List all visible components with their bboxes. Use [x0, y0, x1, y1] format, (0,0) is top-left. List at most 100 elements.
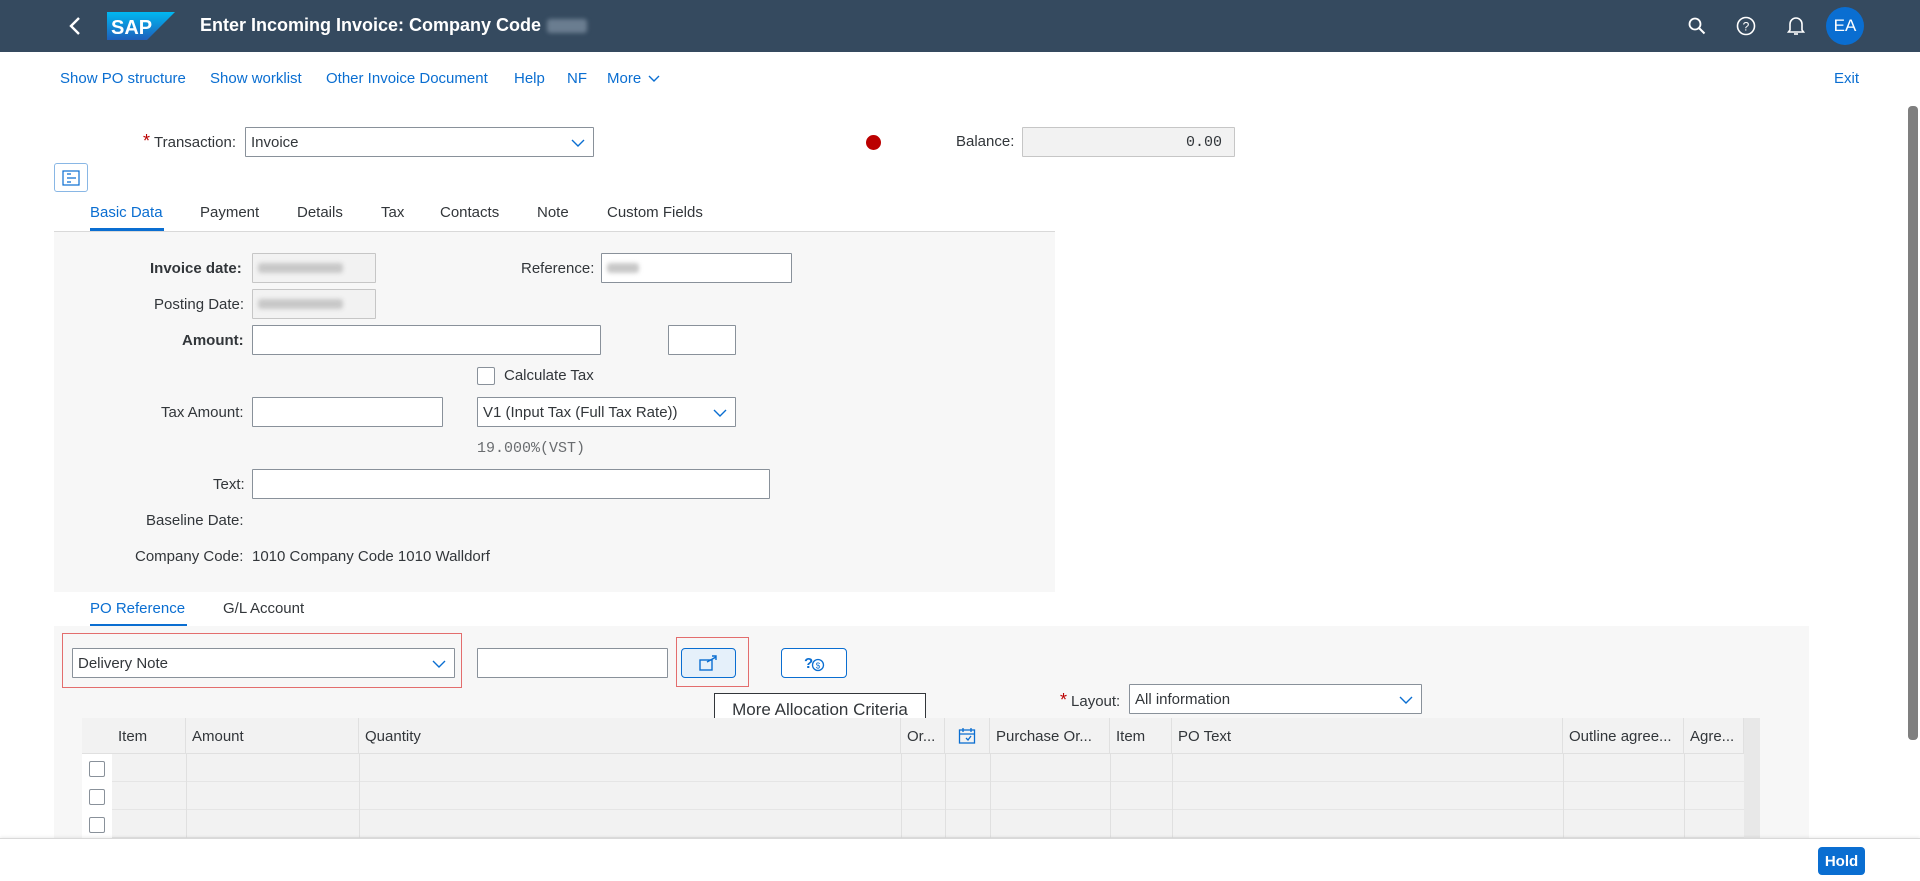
show-po-structure-link[interactable]: Show PO structure — [60, 70, 186, 87]
tax-amount-field[interactable] — [252, 397, 443, 427]
reference-field[interactable] — [601, 253, 792, 283]
calculate-tax-label: Calculate Tax — [504, 367, 594, 384]
layout-label-text: Layout: — [1071, 693, 1121, 710]
row-checkbox[interactable] — [89, 789, 105, 805]
price-help-button[interactable]: ? $ — [781, 648, 847, 678]
col-po-item[interactable]: Item — [1110, 718, 1172, 754]
show-worklist-link[interactable]: Show worklist — [210, 70, 302, 87]
transaction-label-text: Transaction: — [154, 134, 236, 151]
col-order-unit[interactable]: Or... — [901, 718, 945, 754]
svg-text:$: $ — [816, 662, 821, 671]
posting-date-field[interactable] — [252, 289, 376, 319]
row-checkbox[interactable] — [89, 761, 105, 777]
tab-po-reference[interactable]: PO Reference — [90, 600, 185, 617]
more-menu[interactable]: More — [607, 70, 660, 87]
layout-label: * Layout: — [1060, 690, 1120, 711]
svg-text:?: ? — [804, 655, 813, 672]
chevron-down-icon — [713, 409, 727, 417]
reference-type-select[interactable]: Delivery Note — [72, 648, 455, 678]
layout-value: All information — [1135, 690, 1231, 708]
transaction-label: * Transaction: — [143, 131, 236, 152]
collapse-header-button[interactable] — [54, 163, 88, 192]
col-calendar[interactable] — [945, 718, 990, 754]
col-outline-agreement[interactable]: Outline agree... — [1563, 718, 1684, 754]
invoice-date-label: Invoice date: — [150, 260, 242, 277]
svg-text:?: ? — [1743, 20, 1750, 34]
question-price-icon: ? $ — [804, 655, 825, 672]
amount-field[interactable] — [252, 325, 601, 355]
tax-code-value: V1 (Input Tax (Full Tax Rate)) — [483, 403, 678, 421]
reference-type-value: Delivery Note — [78, 654, 169, 672]
chevron-down-icon — [571, 139, 585, 147]
search-icon[interactable] — [1685, 14, 1709, 38]
chevron-down-icon — [1399, 696, 1413, 704]
baseline-date-label: Baseline Date: — [146, 512, 244, 529]
more-allocation-criteria-button[interactable] — [681, 648, 736, 678]
reference-label: Reference: — [521, 260, 595, 277]
tab-tax[interactable]: Tax — [381, 204, 404, 221]
back-icon[interactable] — [62, 13, 88, 39]
chevron-down-icon — [648, 75, 660, 82]
tab-payment[interactable]: Payment — [200, 204, 259, 221]
more-label: More — [607, 70, 642, 87]
tab-details[interactable]: Details — [297, 204, 343, 221]
company-code-value: 1010 Company Code 1010 Walldorf — [252, 548, 490, 565]
col-quantity[interactable]: Quantity — [359, 718, 901, 754]
app-title: Enter Incoming Invoice: Company Code — [200, 15, 588, 36]
calculate-tax-checkbox[interactable] — [477, 367, 495, 385]
hold-button[interactable]: Hold — [1818, 847, 1865, 875]
required-indicator: * — [1060, 690, 1068, 710]
invoice-date-field[interactable] — [252, 253, 376, 283]
col-purchase-order[interactable]: Purchase Or... — [990, 718, 1110, 754]
col-item[interactable]: Item — [112, 718, 186, 754]
tab-note[interactable]: Note — [537, 204, 569, 221]
other-invoice-document-link[interactable]: Other Invoice Document — [326, 70, 488, 87]
app-title-text: Enter Incoming Invoice: Company Code — [200, 15, 542, 35]
col-po-text[interactable]: PO Text — [1172, 718, 1563, 754]
row-checkbox[interactable] — [89, 817, 105, 833]
redacted-value — [258, 263, 343, 273]
sap-logo[interactable]: SAP — [107, 12, 175, 40]
required-indicator: * — [143, 131, 151, 151]
col-amount[interactable]: Amount — [186, 718, 359, 754]
table-row[interactable] — [82, 810, 1744, 838]
table-row[interactable] — [82, 782, 1744, 810]
status-indicator — [866, 135, 881, 150]
tab-contacts[interactable]: Contacts — [440, 204, 499, 221]
avatar[interactable]: EA — [1826, 7, 1864, 45]
collapse-icon — [62, 169, 80, 186]
nf-link[interactable]: NF — [567, 70, 587, 87]
help-link[interactable]: Help — [514, 70, 545, 87]
redacted-value — [258, 299, 343, 309]
col-agreement-item[interactable]: Agre... — [1684, 718, 1744, 754]
layout-select[interactable]: All information — [1129, 684, 1422, 714]
company-code-label: Company Code: — [135, 548, 244, 565]
calendar-icon — [958, 728, 976, 744]
currency-field[interactable] — [668, 325, 736, 355]
tax-code-select[interactable]: V1 (Input Tax (Full Tax Rate)) — [477, 397, 736, 427]
vertical-scrollbar[interactable] — [1908, 106, 1918, 740]
tax-amount-label: Tax Amount: — [161, 404, 244, 421]
footer-bar — [0, 838, 1920, 881]
tab-basic-data[interactable]: Basic Data — [90, 204, 163, 221]
notification-icon[interactable] — [1784, 14, 1808, 38]
table-row[interactable] — [82, 754, 1744, 782]
exit-link[interactable]: Exit — [1834, 70, 1859, 87]
text-field[interactable] — [252, 469, 770, 499]
balance-label: Balance: — [956, 133, 1015, 150]
company-code-redacted — [547, 19, 588, 34]
reference-number-field[interactable] — [477, 648, 668, 678]
tab-gl-account[interactable]: G/L Account — [223, 600, 304, 617]
text-label: Text: — [213, 476, 245, 493]
allocation-icon — [698, 655, 717, 671]
posting-date-label: Posting Date: — [154, 296, 245, 313]
amount-label: Amount: — [182, 332, 244, 349]
redacted-value — [607, 263, 639, 273]
help-icon[interactable]: ? — [1734, 14, 1758, 38]
balance-field: 0.00 — [1022, 127, 1235, 157]
shell-bar: SAP Enter Incoming Invoice: Company Code… — [0, 0, 1920, 52]
chevron-down-icon — [432, 660, 446, 668]
tab-custom-fields[interactable]: Custom Fields — [607, 204, 703, 221]
transaction-select[interactable]: Invoice — [245, 127, 594, 157]
tax-rate-text: 19.000%(VST) — [477, 440, 586, 457]
